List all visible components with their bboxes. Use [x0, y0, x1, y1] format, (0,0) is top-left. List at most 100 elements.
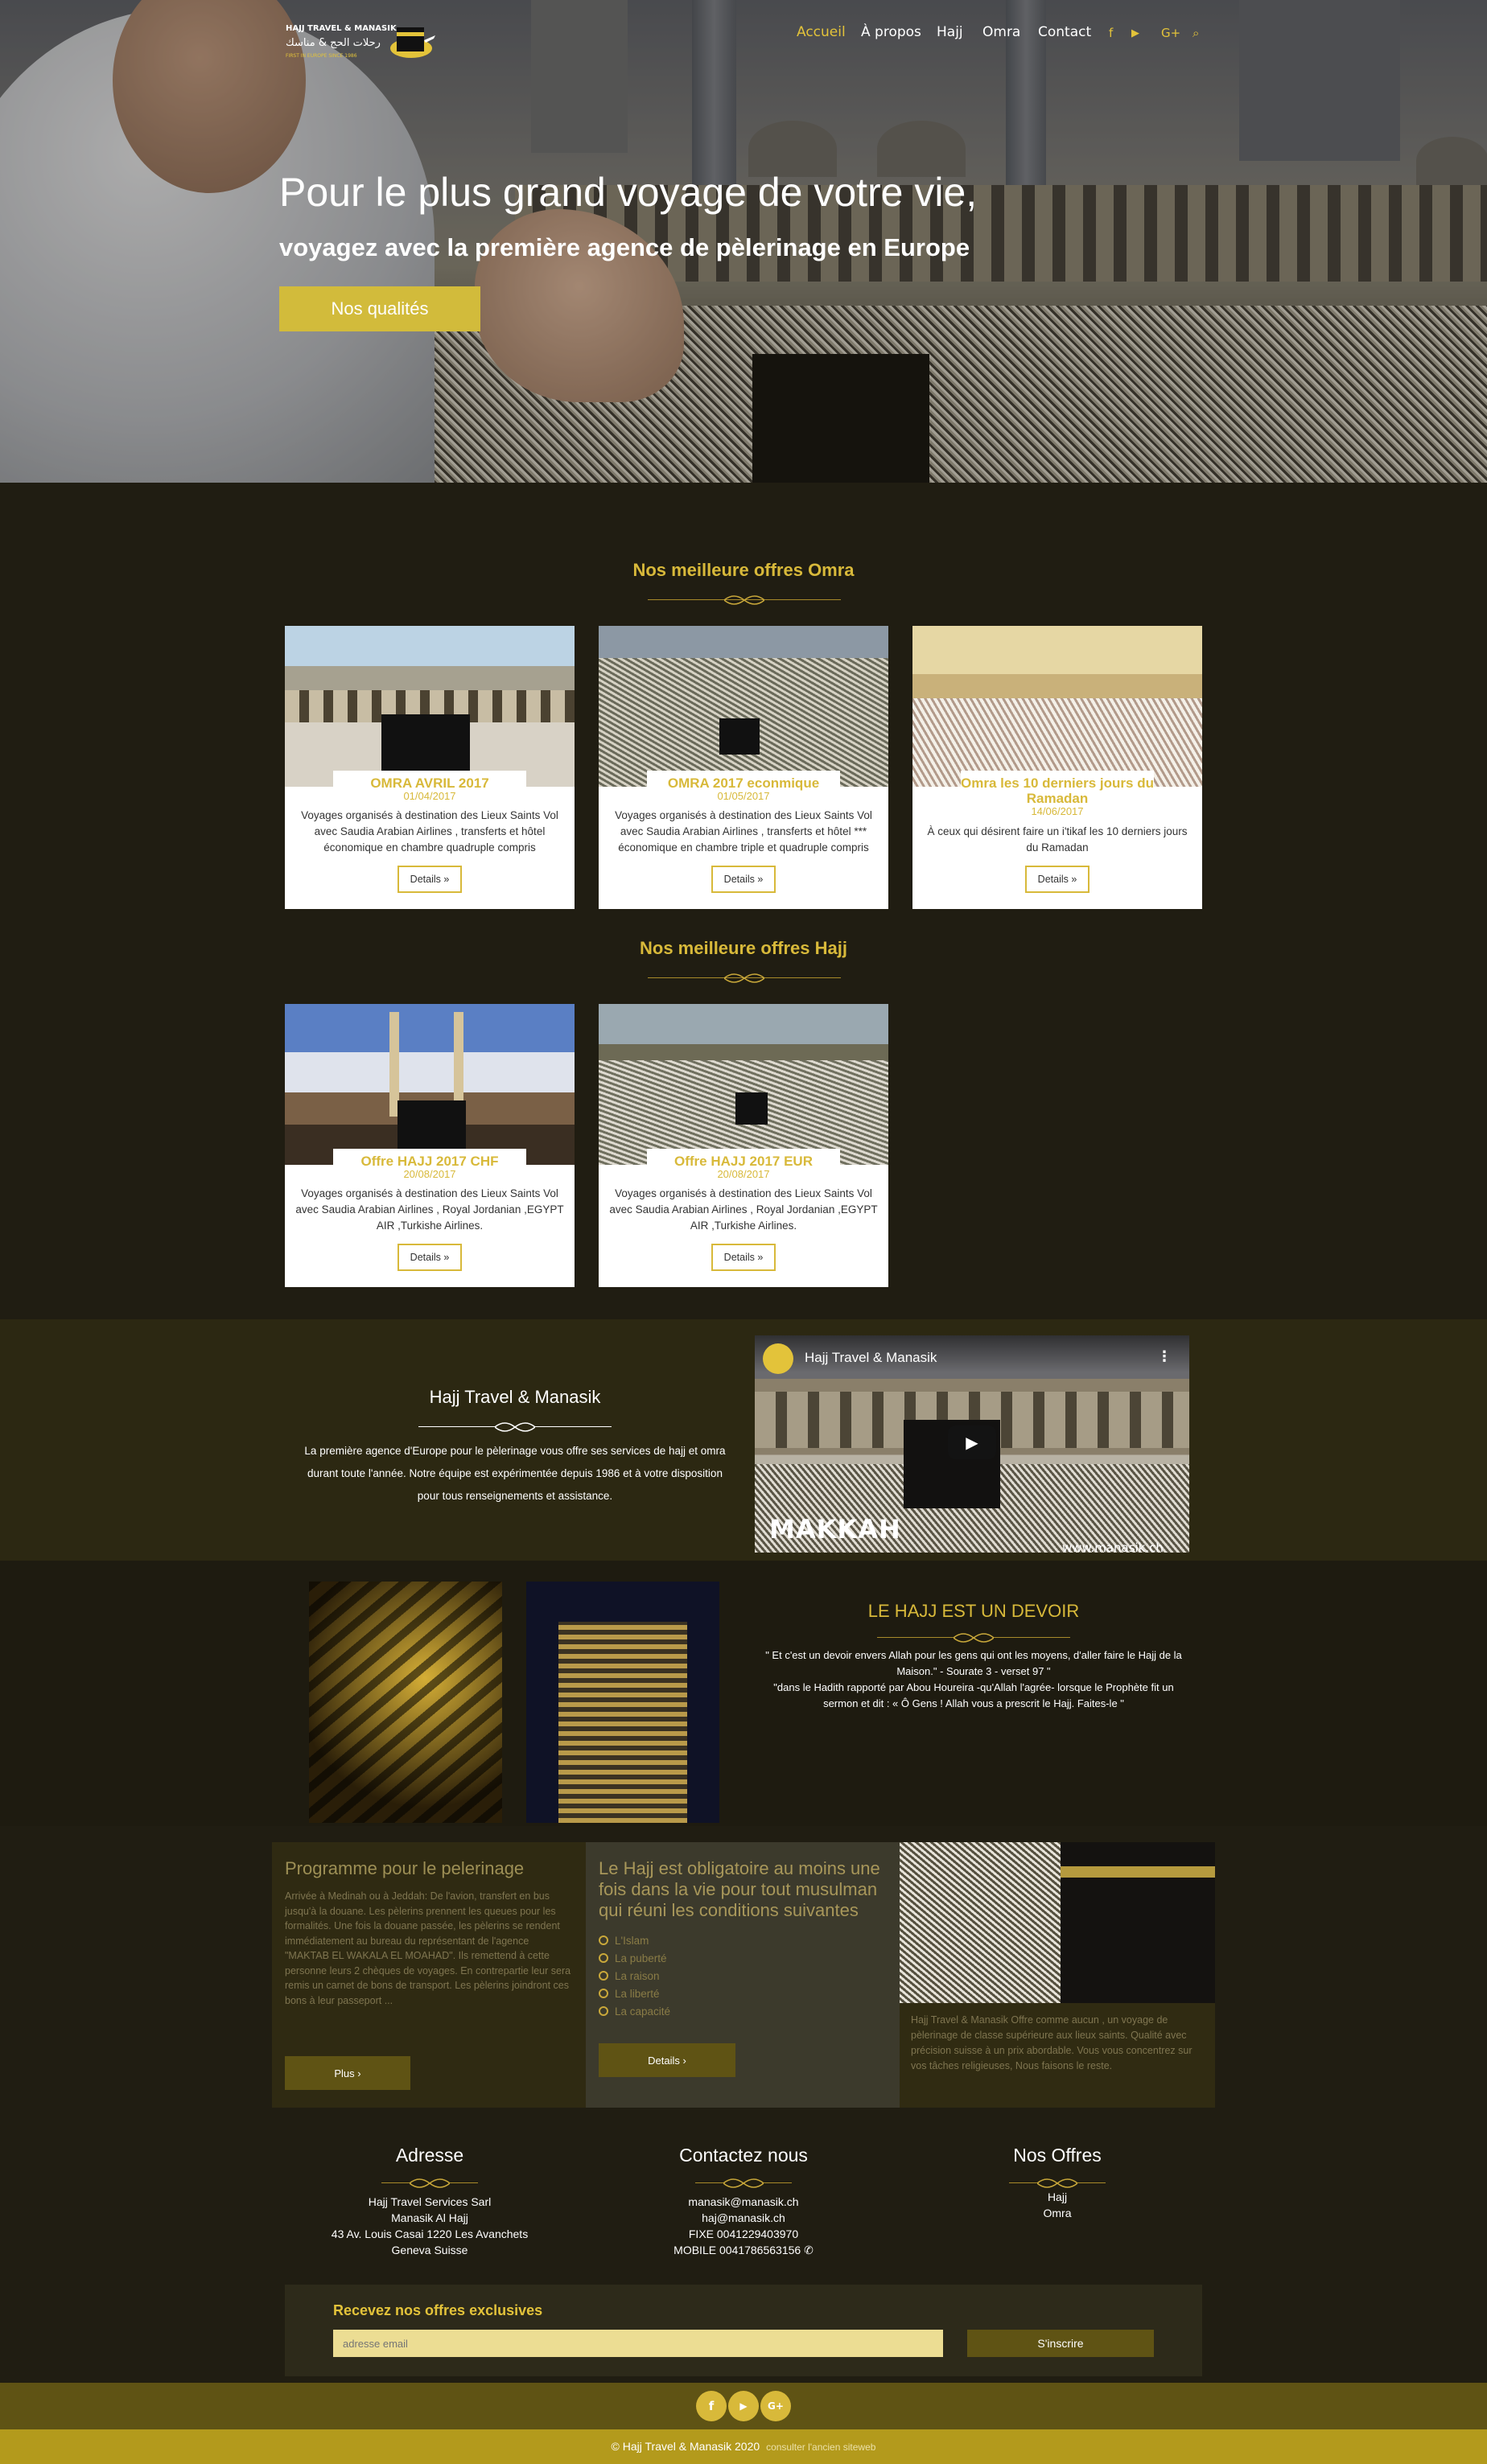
newsletter-title: Recevez nos offres exclusives: [333, 2302, 543, 2318]
kaaba-aerial-image: [599, 626, 888, 787]
ornament-divider: [648, 590, 841, 610]
ornament-divider: [418, 1417, 612, 1437]
nos-qualites-button[interactable]: Nos qualités: [279, 286, 480, 331]
circle-bullet-icon: [599, 1953, 608, 1963]
hajj-heading: Nos meilleure offres Hajj: [640, 938, 847, 958]
list-item: La liberté: [599, 1985, 670, 2003]
about-title: Hajj Travel & Manasik: [429, 1387, 601, 1407]
subscribe-button[interactable]: S'inscrire: [967, 2330, 1154, 2357]
copyright-text: © Hajj Travel & Manasik 2020: [611, 2440, 760, 2453]
programme-row: Programme pour le pelerinage Arrivée à M…: [272, 1842, 1215, 2108]
nav-item-a-propos[interactable]: À propos: [861, 24, 921, 40]
youtube-icon[interactable]: ▶: [728, 2391, 759, 2421]
details-button[interactable]: Details »: [1025, 866, 1090, 893]
nav-item-contact[interactable]: Contact: [1038, 24, 1091, 40]
kaaba-image: [285, 1004, 575, 1165]
logo-tagline: FIRST IN EUROPE SINCE 1986: [286, 53, 357, 59]
programme-panel: Programme pour le pelerinage Arrivée à M…: [272, 1842, 586, 2108]
conditions-list: L'Islam La puberté La raison La liberté …: [599, 1932, 670, 2021]
about-section: Hajj Travel & Manasik La première agence…: [0, 1319, 1487, 1561]
offer-card[interactable]: OMRA AVRIL 2017 01/04/2017 Voyages organi…: [285, 626, 575, 909]
email-input[interactable]: [333, 2330, 943, 2357]
card-title: Offre HAJJ 2017 EUR 20/08/2017: [647, 1149, 840, 1180]
circle-bullet-icon: [599, 1989, 608, 1998]
address-column: Adresse Hajj Travel Services Sarl Manasi…: [269, 2145, 591, 2258]
search-icon[interactable]: ⌕: [1192, 26, 1199, 40]
newsletter-box: Recevez nos offres exclusives S'inscrire: [285, 2285, 1202, 2376]
nav-item-hajj[interactable]: Hajj: [937, 24, 963, 40]
duty-hadith: "dans le Hadith rapporté par Abou Hourei…: [773, 1681, 1174, 1709]
kaaba-door-image: [526, 1582, 719, 1823]
contact-column: Contactez nous manasik@manasik.ch haj@ma…: [583, 2145, 904, 2258]
details-button[interactable]: Details »: [397, 1244, 462, 1271]
duty-section: LE HAJJ EST UN DEVOIR " Et c'est un devo…: [0, 1561, 1487, 1826]
ornament-icon: [954, 1633, 994, 1643]
facebook-icon[interactable]: f: [696, 2391, 727, 2421]
offer-card[interactable]: Omra les 10 derniers jours du Ramadan 14/…: [912, 626, 1202, 909]
offer-card[interactable]: Offre HAJJ 2017 EUR 20/08/2017 Voyages or…: [599, 1004, 888, 1287]
mobile-text: MOBILE 0041786563156 ✆: [673, 2244, 814, 2256]
ornament-icon: [724, 973, 764, 983]
video-url-text: www.manasik.ch: [1062, 1541, 1164, 1553]
logo-text: HAJJ TRAVEL & MANASIK: [286, 24, 397, 33]
mosque-interior-image: [912, 626, 1202, 787]
google-plus-icon[interactable]: G+: [1161, 26, 1180, 40]
conditions-panel: Le Hajj est obligatoire au moins une foi…: [586, 1842, 900, 2108]
programme-text: Arrivée à Medinah ou à Jeddah: De l'avio…: [285, 1890, 571, 2006]
card-description: Voyages organisés à destination des Lieu…: [609, 1187, 878, 1232]
logo-arabic-text: رحلات الحج & مناسك: [286, 37, 381, 49]
address-line: 43 Av. Louis Casai 1220 Les Avanchets: [331, 2227, 529, 2240]
email-link[interactable]: haj@manasik.ch: [583, 2210, 904, 2226]
facebook-icon[interactable]: f: [1109, 26, 1113, 40]
page: HAJJ TRAVEL & MANASIK رحلات الحج & مناسك…: [0, 0, 1487, 2464]
more-options-icon[interactable]: ⋮: [1157, 1348, 1172, 1365]
details-button[interactable]: Details »: [397, 866, 462, 893]
youtube-icon[interactable]: ▶: [1131, 27, 1139, 39]
card-date: 01/04/2017: [403, 790, 456, 802]
card-description: Voyages organisés à destination des Lieu…: [295, 1187, 564, 1232]
duty-quote: " Et c'est un devoir envers Allah pour l…: [765, 1649, 1182, 1677]
card-description: Voyages organisés à destination des Lieu…: [301, 809, 558, 854]
details-button[interactable]: Details »: [711, 866, 776, 893]
about-text: La première agence d'Europe pour le pèle…: [304, 1445, 726, 1502]
hero-subtitle: voyagez avec la première agence de pèler…: [279, 233, 970, 261]
duty-title: LE HAJJ EST UN DEVOIR: [867, 1601, 1080, 1621]
card-description: Voyages organisés à destination des Lieu…: [615, 809, 872, 854]
details-button[interactable]: Details ›: [599, 2043, 735, 2077]
kaaba-aerial-image: [599, 1004, 888, 1165]
offer-card[interactable]: Offre HAJJ 2017 CHF 20/08/2017 Voyages or…: [285, 1004, 575, 1287]
plus-button[interactable]: Plus ›: [285, 2056, 410, 2090]
card-description: À ceux qui désirent faire un i'tikaf les…: [927, 825, 1188, 854]
offer-card[interactable]: OMRA 2017 econmique 01/05/2017 Voyages or…: [599, 626, 888, 909]
email-link[interactable]: manasik@manasik.ch: [583, 2194, 904, 2210]
card-title: Offre HAJJ 2017 CHF 20/08/2017: [333, 1149, 526, 1180]
youtube-video-embed[interactable]: Hajj Travel & Manasik ⋮ ▶ MAKKAH www.man…: [755, 1335, 1189, 1553]
old-site-link[interactable]: consulter l'ancien siteweb: [766, 2441, 875, 2453]
footer: Adresse Hajj Travel Services Sarl Manasi…: [0, 2108, 1487, 2464]
card-title: OMRA 2017 econmique 01/05/2017: [647, 771, 840, 802]
address-title: Adresse: [395, 2145, 464, 2166]
nav-item-omra[interactable]: Omra: [982, 24, 1020, 40]
social-bar: f ▶ G+: [0, 2383, 1487, 2429]
contact-title: Contactez nous: [679, 2145, 808, 2166]
nav-item-accueil[interactable]: Accueil: [797, 24, 846, 40]
address-line: Hajj Travel Services Sarl: [368, 2195, 492, 2208]
pilgrims-kaaba-image: [900, 1842, 1215, 2003]
google-plus-icon[interactable]: G+: [760, 2391, 791, 2421]
play-button-icon[interactable]: ▶: [948, 1425, 996, 1459]
ornament-divider: [1009, 2174, 1106, 2193]
details-button[interactable]: Details »: [711, 1244, 776, 1271]
offer-link-omra[interactable]: Omra: [896, 2205, 1218, 2221]
kiswa-calligraphy-image: [309, 1582, 502, 1823]
circle-bullet-icon: [599, 1971, 608, 1981]
video-channel-title[interactable]: Hajj Travel & Manasik: [805, 1350, 937, 1366]
channel-avatar[interactable]: [763, 1343, 793, 1374]
offer-text: Hajj Travel & Manasik Offre comme aucun …: [911, 2014, 1192, 2071]
list-item: La raison: [599, 1968, 670, 1985]
list-item: La capacité: [599, 2003, 670, 2021]
ornament-icon: [723, 2178, 764, 2188]
video-overlay-text: MAKKAH: [769, 1514, 901, 1545]
site-logo[interactable]: HAJJ TRAVEL & MANASIK رحلات الحج & مناسك…: [286, 11, 455, 68]
kaaba-image: [285, 626, 575, 787]
address-line: Manasik Al Hajj: [391, 2211, 468, 2224]
